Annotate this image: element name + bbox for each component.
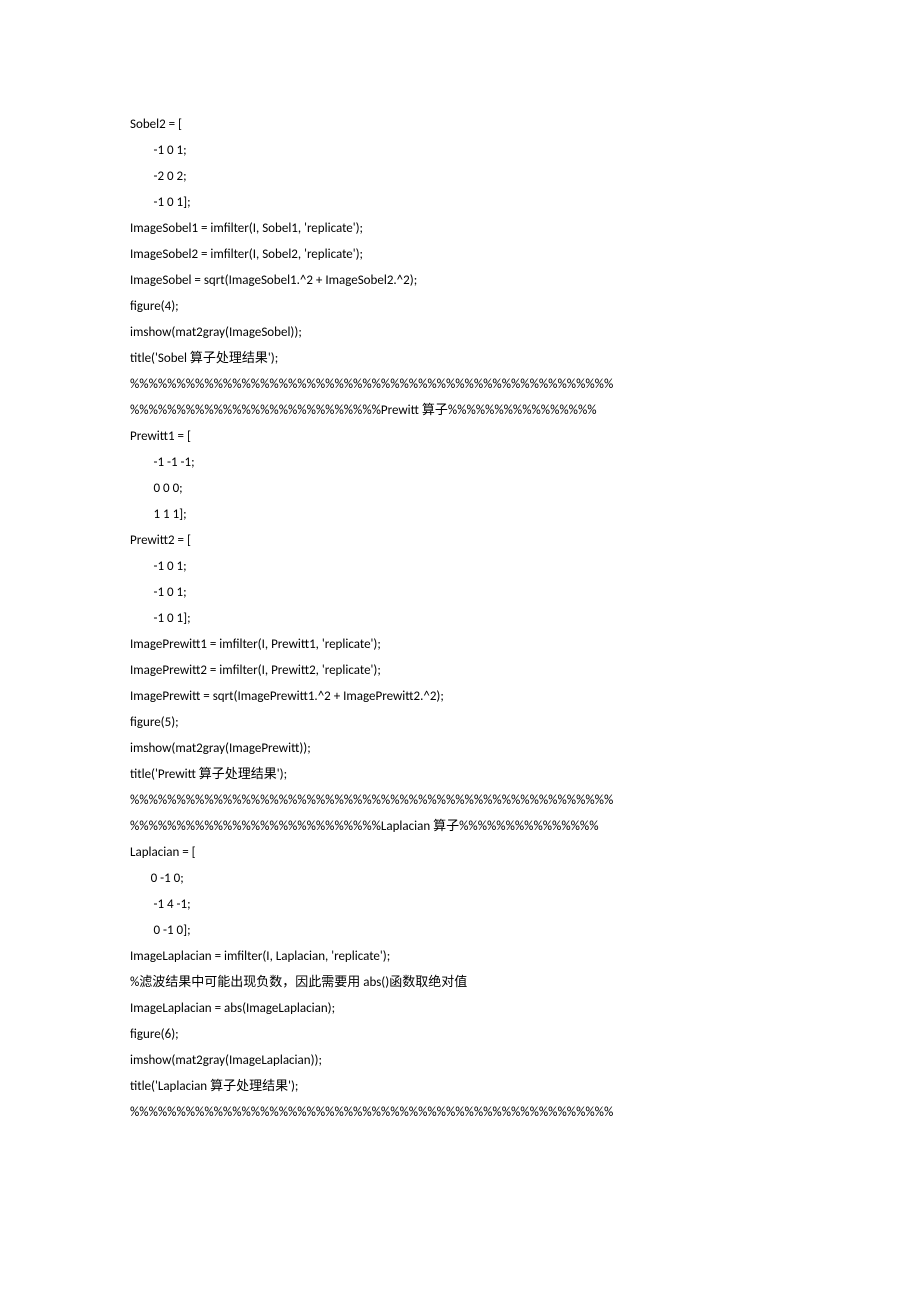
code-line: -1 0 1; <box>130 554 790 580</box>
code-line: ImageSobel2 = imfilter(I, Sobel2, 'repli… <box>130 242 790 268</box>
document-page: Sobel2 = [ -1 0 1; -2 0 2; -1 0 1]; Imag… <box>0 0 920 1206</box>
code-line: 0 0 0; <box>130 476 790 502</box>
code-line: figure(6); <box>130 1022 790 1048</box>
code-line: title('Laplacian 算子处理结果'); <box>130 1074 790 1100</box>
code-line: title('Sobel 算子处理结果'); <box>130 346 790 372</box>
code-line: %滤波结果中可能出现负数，因此需要用 abs()函数取绝对值 <box>130 970 790 996</box>
code-line: -1 0 1; <box>130 138 790 164</box>
code-line: -1 0 1]; <box>130 606 790 632</box>
code-line: 1 1 1]; <box>130 502 790 528</box>
code-line: -1 0 1]; <box>130 190 790 216</box>
code-line: figure(5); <box>130 710 790 736</box>
code-line: Prewitt2 = [ <box>130 528 790 554</box>
code-line: ImagePrewitt1 = imfilter(I, Prewitt1, 'r… <box>130 632 790 658</box>
code-line: Laplacian = [ <box>130 840 790 866</box>
code-line: imshow(mat2gray(ImageSobel)); <box>130 320 790 346</box>
code-line: %%%%%%%%%%%%%%%%%%%%%%%%%%%Laplacian 算子%… <box>130 814 790 840</box>
code-line: ImageSobel = sqrt(ImageSobel1.^2 + Image… <box>130 268 790 294</box>
code-line: ImageLaplacian = imfilter(I, Laplacian, … <box>130 944 790 970</box>
code-line: figure(4); <box>130 294 790 320</box>
code-line: Sobel2 = [ <box>130 112 790 138</box>
code-line: Prewitt1 = [ <box>130 424 790 450</box>
code-line: %%%%%%%%%%%%%%%%%%%%%%%%%%%Prewitt 算子%%%… <box>130 398 790 424</box>
code-line: %%%%%%%%%%%%%%%%%%%%%%%%%%%%%%%%%%%%%%%%… <box>130 372 790 398</box>
code-line: ImageSobel1 = imfilter(I, Sobel1, 'repli… <box>130 216 790 242</box>
code-line: -1 0 1; <box>130 580 790 606</box>
code-line: title('Prewitt 算子处理结果'); <box>130 762 790 788</box>
code-line: ImageLaplacian = abs(ImageLaplacian); <box>130 996 790 1022</box>
code-line: -2 0 2; <box>130 164 790 190</box>
code-line: imshow(mat2gray(ImageLaplacian)); <box>130 1048 790 1074</box>
code-line: %%%%%%%%%%%%%%%%%%%%%%%%%%%%%%%%%%%%%%%%… <box>130 1100 790 1126</box>
code-line: %%%%%%%%%%%%%%%%%%%%%%%%%%%%%%%%%%%%%%%%… <box>130 788 790 814</box>
code-line: 0 -1 0; <box>130 866 790 892</box>
code-line: -1 4 -1; <box>130 892 790 918</box>
code-line: ImagePrewitt = sqrt(ImagePrewitt1.^2 + I… <box>130 684 790 710</box>
code-line: ImagePrewitt2 = imfilter(I, Prewitt2, 'r… <box>130 658 790 684</box>
code-line: 0 -1 0]; <box>130 918 790 944</box>
code-line: -1 -1 -1; <box>130 450 790 476</box>
code-line: imshow(mat2gray(ImagePrewitt)); <box>130 736 790 762</box>
